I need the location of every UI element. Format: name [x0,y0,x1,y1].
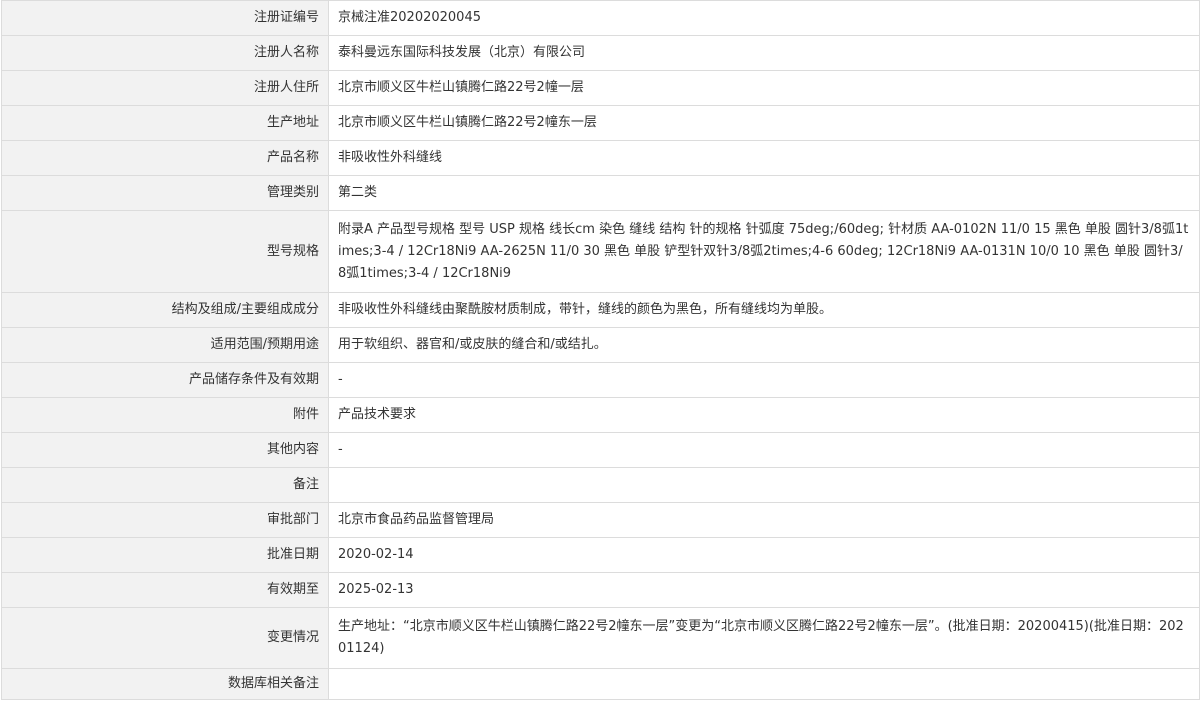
field-label: 产品名称 [1,140,329,176]
field-label: 其他内容 [1,432,329,468]
field-value: - [328,362,1200,398]
field-label: 型号规格 [1,210,329,293]
field-label: 备注 [1,467,329,503]
field-value: 第二类 [328,175,1200,211]
table-row: 备注 [1,467,1200,503]
field-label: 注册人名称 [1,35,329,71]
field-value: 京械注准20202020045 [328,0,1200,36]
field-value: 2025-02-13 [328,572,1200,608]
table-row: 数据库相关备注 [1,668,1200,700]
field-label: 产品储存条件及有效期 [1,362,329,398]
field-value: 产品技术要求 [328,397,1200,433]
field-label: 注册证编号 [1,0,329,36]
table-row: 附件 产品技术要求 [1,397,1200,433]
table-row: 注册人住所 北京市顺义区牛栏山镇腾仁路22号2幢一层 [1,70,1200,106]
field-label: 有效期至 [1,572,329,608]
field-label: 数据库相关备注 [1,668,329,700]
field-value [328,668,1200,700]
field-value: 北京市顺义区牛栏山镇腾仁路22号2幢东一层 [328,105,1200,141]
table-row: 有效期至 2025-02-13 [1,572,1200,608]
table-row: 生产地址 北京市顺义区牛栏山镇腾仁路22号2幢东一层 [1,105,1200,141]
registration-record-table: 注册证编号 京械注准20202020045 注册人名称 泰科曼远东国际科技发展（… [1,0,1200,700]
table-row: 产品名称 非吸收性外科缝线 [1,140,1200,176]
table-row: 适用范围/预期用途 用于软组织、器官和/或皮肤的缝合和/或结扎。 [1,327,1200,363]
field-label: 审批部门 [1,502,329,538]
field-value: 北京市食品药品监督管理局 [328,502,1200,538]
field-value: 非吸收性外科缝线 [328,140,1200,176]
field-value [328,467,1200,503]
table-row: 型号规格 附录A 产品型号规格 型号 USP 规格 线长cm 染色 缝线 结构 … [1,210,1200,293]
field-label: 生产地址 [1,105,329,141]
field-label: 结构及组成/主要组成成分 [1,292,329,328]
table-row: 注册人名称 泰科曼远东国际科技发展（北京）有限公司 [1,35,1200,71]
field-value: 非吸收性外科缝线由聚酰胺材质制成，带针，缝线的颜色为黑色，所有缝线均为单股。 [328,292,1200,328]
table-row: 产品储存条件及有效期 - [1,362,1200,398]
field-label: 适用范围/预期用途 [1,327,329,363]
field-label: 注册人住所 [1,70,329,106]
field-value: 2020-02-14 [328,537,1200,573]
table-row: 其他内容 - [1,432,1200,468]
field-value: 用于软组织、器官和/或皮肤的缝合和/或结扎。 [328,327,1200,363]
field-label: 批准日期 [1,537,329,573]
field-value: 北京市顺义区牛栏山镇腾仁路22号2幢一层 [328,70,1200,106]
table-row: 结构及组成/主要组成成分 非吸收性外科缝线由聚酰胺材质制成，带针，缝线的颜色为黑… [1,292,1200,328]
field-value: 生产地址：“北京市顺义区牛栏山镇腾仁路22号2幢东一层”变更为“北京市顺义区腾仁… [328,607,1200,669]
table-row: 管理类别 第二类 [1,175,1200,211]
field-value: - [328,432,1200,468]
field-value: 附录A 产品型号规格 型号 USP 规格 线长cm 染色 缝线 结构 针的规格 … [328,210,1200,293]
field-label: 管理类别 [1,175,329,211]
table-row: 注册证编号 京械注准20202020045 [1,0,1200,36]
table-row: 批准日期 2020-02-14 [1,537,1200,573]
table-row: 变更情况 生产地址：“北京市顺义区牛栏山镇腾仁路22号2幢东一层”变更为“北京市… [1,607,1200,669]
field-label: 变更情况 [1,607,329,669]
field-value: 泰科曼远东国际科技发展（北京）有限公司 [328,35,1200,71]
table-row: 审批部门 北京市食品药品监督管理局 [1,502,1200,538]
field-label: 附件 [1,397,329,433]
